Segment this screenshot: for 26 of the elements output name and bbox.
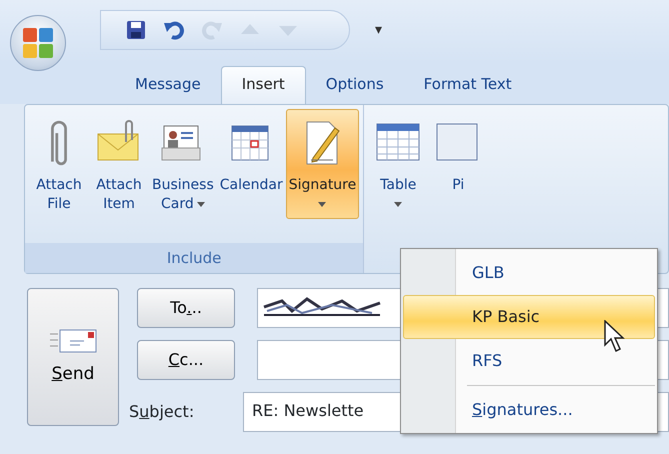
menu-item[interactable]: KP Basic (403, 295, 655, 339)
cc-button[interactable]: Cc... (137, 340, 235, 380)
send-button[interactable]: Send (27, 288, 119, 426)
caret-icon (196, 202, 205, 207)
to-button[interactable]: To... (137, 288, 235, 328)
mouse-cursor-icon (604, 320, 626, 354)
menu-item[interactable]: Signatures... (403, 388, 655, 432)
ribbon-tab[interactable]: Insert (220, 66, 306, 104)
paperclip-icon (50, 120, 68, 166)
ribbon-button[interactable]: Calendar (216, 109, 286, 200)
group-label: Include (25, 243, 364, 273)
ribbon-button[interactable]: Attach File (29, 109, 89, 219)
ribbon-tab[interactable]: Options (306, 66, 404, 104)
customize-menu[interactable]: ▾ (375, 20, 382, 40)
caret-icon (394, 202, 402, 207)
menu-item[interactable]: RFS (403, 339, 655, 383)
ribbon-button[interactable]: Table (368, 109, 428, 219)
ribbon-button[interactable]: Business Card (149, 109, 217, 219)
subject-label: Subject: (129, 401, 196, 423)
ribbon-tab[interactable]: Format Text (404, 66, 532, 104)
menu-item[interactable]: GLB (403, 251, 655, 295)
ribbon-button[interactable]: Attach Item (89, 109, 149, 219)
ribbon-button[interactable]: Pi (428, 109, 488, 200)
caret-icon (318, 202, 326, 207)
ribbon-tab[interactable]: Message (115, 66, 221, 104)
ribbon-button[interactable]: Signature (286, 109, 360, 219)
